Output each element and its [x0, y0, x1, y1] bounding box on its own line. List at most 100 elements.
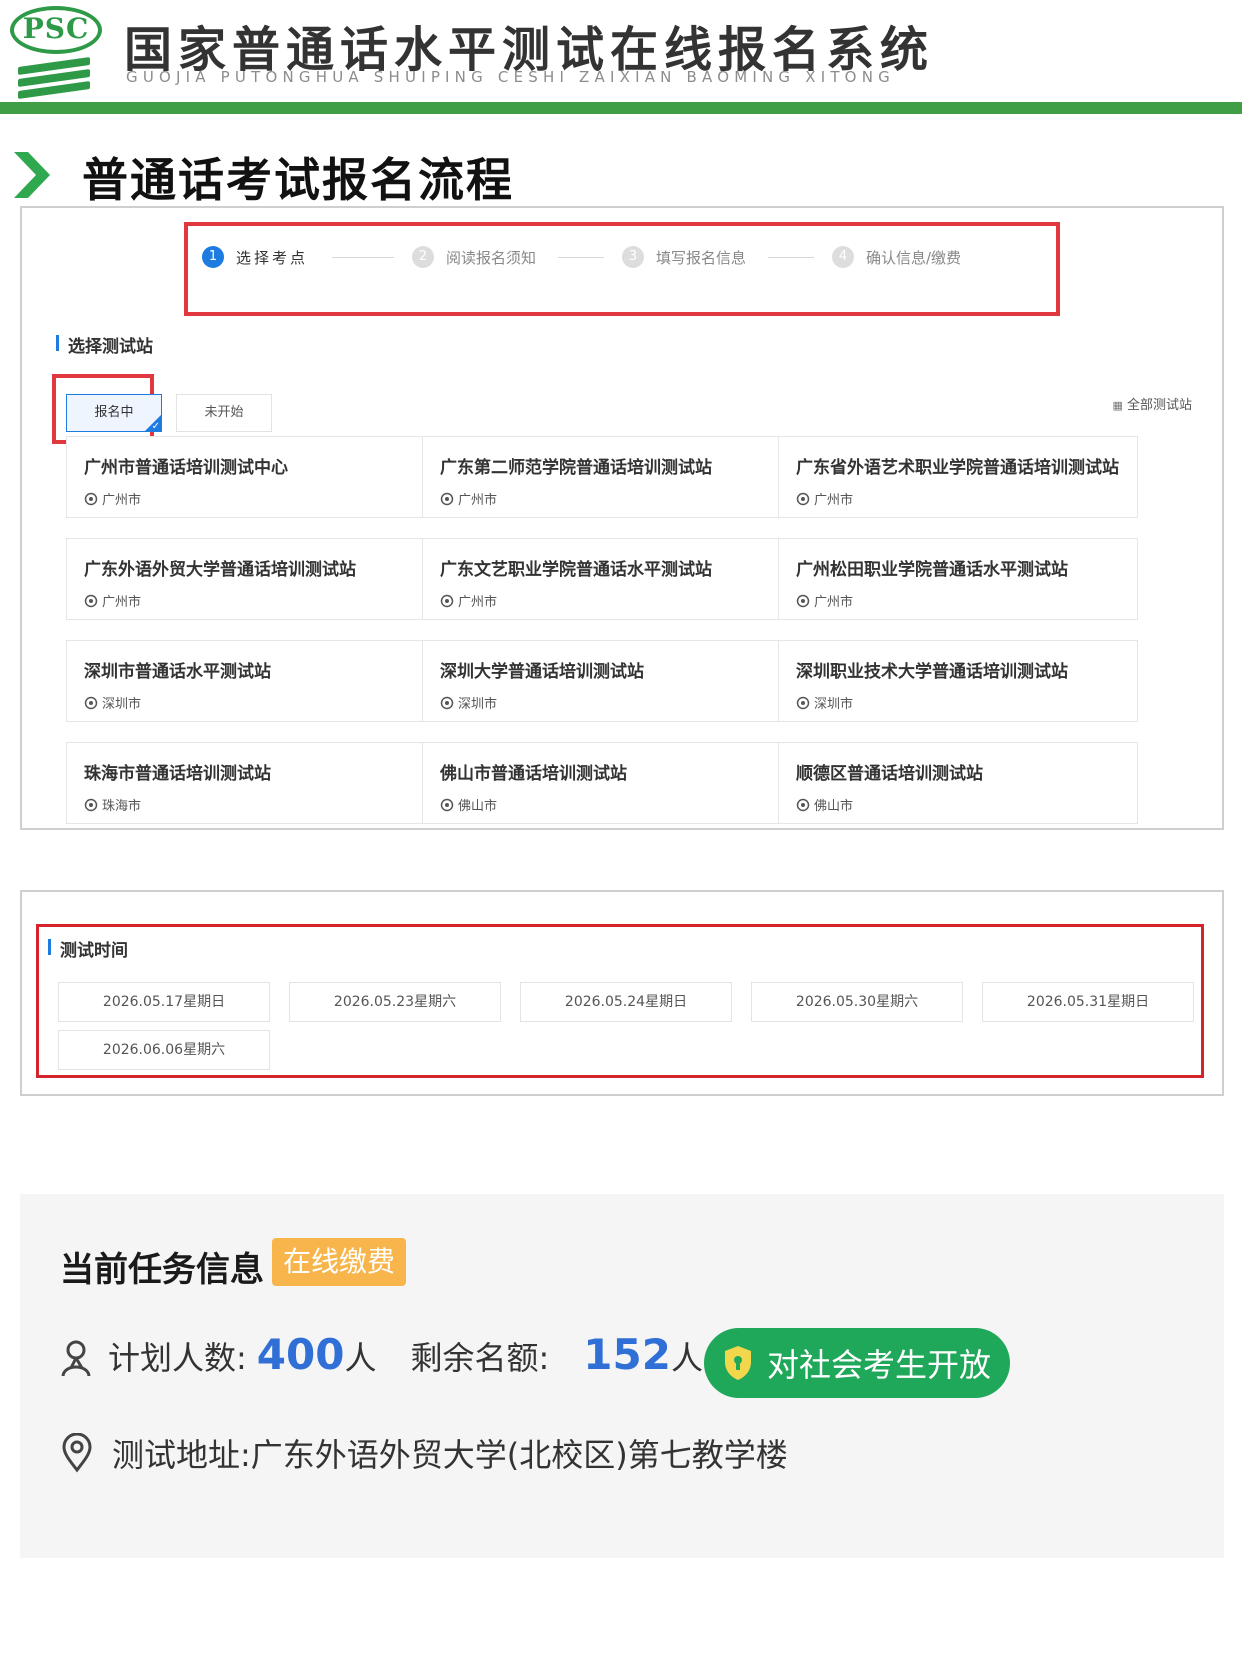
site-card[interactable]: 广州市普通话培训测试中心 广州市: [66, 436, 426, 518]
site-name: 珠海市普通话培训测试站: [84, 764, 271, 784]
location-pin-icon: [796, 492, 810, 505]
user-icon: [61, 1340, 91, 1377]
plan-count: 400: [256, 1330, 345, 1379]
location-pin-icon: [440, 696, 454, 709]
plan-unit: 人: [344, 1339, 377, 1377]
site-name: 佛山市普通话培训测试站: [440, 764, 627, 784]
filter-upcoming-button[interactable]: 未开始: [176, 394, 272, 432]
page-title: 普通话考试报名流程: [82, 153, 514, 207]
step-label: 确认信息/缴费: [866, 248, 962, 267]
test-time-panel: 测试时间 2026.05.17星期日 2026.05.23星期六 2026.05…: [20, 890, 1224, 1096]
date-option[interactable]: 2026.05.31星期日: [982, 982, 1194, 1022]
remain-unit: 人: [670, 1339, 703, 1377]
site-card[interactable]: 广州松田职业学院普通话水平测试站 广州市: [778, 538, 1138, 620]
site-name: 广东第二师范学院普通话培训测试站: [440, 458, 712, 478]
site-location: 佛山市: [440, 795, 497, 814]
remain-count: 152: [583, 1330, 671, 1379]
quota-row: 计划人数: 400 人 剩余名额: 152 人: [60, 1330, 703, 1386]
location-pin-icon: [84, 696, 98, 709]
site-name: 广东外语外贸大学普通话培训测试站: [84, 560, 356, 580]
filter-label: 报名中: [94, 405, 134, 420]
site-select-heading: 选择测试站: [56, 332, 153, 357]
grid-icon: ▦: [1112, 399, 1123, 412]
site-name: 深圳职业技术大学普通话培训测试站: [796, 662, 1068, 682]
site-name: 广东省外语艺术职业学院普通话培训测试站: [796, 458, 1119, 478]
test-time-heading: 测试时间: [48, 936, 128, 961]
plan-label: 计划人数:: [108, 1339, 247, 1377]
address-label: 测试地址:: [112, 1436, 251, 1474]
site-city: 广州市: [814, 595, 854, 610]
location-pin-icon: [796, 696, 810, 709]
location-pin-icon: [84, 798, 98, 811]
location-pin-icon: [796, 798, 810, 811]
site-name: 深圳市普通话水平测试站: [84, 662, 271, 682]
psc-logo-icon[interactable]: PSC: [6, 4, 106, 100]
location-pin-icon: [796, 594, 810, 607]
address-row: 测试地址: 广东外语外贸大学(北校区)第七教学楼: [60, 1430, 788, 1476]
site-location: 广州市: [440, 591, 497, 610]
date-option[interactable]: 2026.05.24星期日: [520, 982, 732, 1022]
site-city: 珠海市: [102, 799, 142, 814]
date-option[interactable]: 2026.06.06星期六: [58, 1030, 270, 1070]
step-1: 1 选择考点: [202, 246, 308, 268]
step-connector: [558, 257, 604, 258]
site-name: 广州松田职业学院普通话水平测试站: [796, 560, 1068, 580]
chevron-right-icon: [14, 152, 50, 198]
site-header: PSC 国家普通话水平测试在线报名系统 GUOJIA PUTONGHUA SHU…: [0, 0, 1242, 108]
site-city: 广州市: [814, 493, 854, 508]
site-city: 深圳市: [814, 697, 854, 712]
step-label: 选择考点: [236, 248, 309, 267]
header-divider: [0, 102, 1242, 114]
site-city: 佛山市: [458, 799, 498, 814]
open-to-public-badge: 对社会考生开放: [704, 1328, 1010, 1398]
step-connector: [332, 257, 394, 258]
location-pin-icon: [84, 594, 98, 607]
site-card[interactable]: 深圳市普通话水平测试站 深圳市: [66, 640, 426, 722]
site-card[interactable]: 广东省外语艺术职业学院普通话培训测试站 广州市: [778, 436, 1138, 518]
address-value: 广东外语外贸大学(北校区)第七教学楼: [250, 1436, 788, 1474]
open-label: 对社会考生开放: [766, 1346, 991, 1384]
site-location: 广州市: [84, 489, 141, 508]
site-location: 广州市: [796, 489, 853, 508]
date-option[interactable]: 2026.05.30星期六: [751, 982, 963, 1022]
site-card[interactable]: 深圳大学普通话培训测试站 深圳市: [422, 640, 782, 722]
location-pin-icon: [440, 492, 454, 505]
site-location: 深圳市: [796, 693, 853, 712]
shield-icon: [724, 1346, 751, 1380]
location-pin-icon: [62, 1433, 92, 1473]
site-location: 广州市: [440, 489, 497, 508]
site-location: 广州市: [796, 591, 853, 610]
site-name: 广州市普通话培训测试中心: [84, 458, 288, 478]
date-option[interactable]: 2026.05.17星期日: [58, 982, 270, 1022]
location-pin-icon: [440, 798, 454, 811]
site-selection-panel: 1 选择考点 2 阅读报名须知 3 填写报名信息 4 确认信息/缴费 选择测试站…: [20, 206, 1224, 830]
step-connector: [768, 257, 814, 258]
task-title: 当前任务信息: [60, 1250, 264, 1290]
site-city: 广州市: [458, 595, 498, 610]
site-card[interactable]: 广东外语外贸大学普通话培训测试站 广州市: [66, 538, 426, 620]
all-sites-link[interactable]: ▦ 全部测试站: [1112, 394, 1192, 413]
step-number: 2: [412, 246, 434, 268]
remain-label: 剩余名额:: [410, 1339, 550, 1377]
site-card[interactable]: 广东第二师范学院普通话培训测试站 广州市: [422, 436, 782, 518]
check-icon: ✓: [151, 421, 160, 432]
pay-online-badge[interactable]: 在线缴费: [272, 1238, 406, 1286]
site-card[interactable]: 顺德区普通话培训测试站 佛山市: [778, 742, 1138, 824]
filter-open-button[interactable]: 报名中 ✓: [66, 394, 162, 432]
site-location: 深圳市: [440, 693, 497, 712]
date-option[interactable]: 2026.05.23星期六: [289, 982, 501, 1022]
site-card[interactable]: 广东文艺职业学院普通话水平测试站 广州市: [422, 538, 782, 620]
site-location: 珠海市: [84, 795, 141, 814]
filter-label: 未开始: [204, 405, 244, 420]
site-card[interactable]: 佛山市普通话培训测试站 佛山市: [422, 742, 782, 824]
site-city: 深圳市: [458, 697, 498, 712]
step-4: 4 确认信息/缴费: [832, 246, 961, 268]
site-card[interactable]: 珠海市普通话培训测试站 珠海市: [66, 742, 426, 824]
site-city: 广州市: [102, 595, 142, 610]
task-info-card: 当前任务信息 在线缴费 计划人数: 400 人 剩余名额: 152 人 对社会考…: [20, 1194, 1224, 1558]
site-card[interactable]: 深圳职业技术大学普通话培训测试站 深圳市: [778, 640, 1138, 722]
step-3: 3 填写报名信息: [622, 246, 746, 268]
step-number: 1: [202, 246, 224, 268]
all-sites-label: 全部测试站: [1126, 398, 1192, 413]
step-number: 3: [622, 246, 644, 268]
